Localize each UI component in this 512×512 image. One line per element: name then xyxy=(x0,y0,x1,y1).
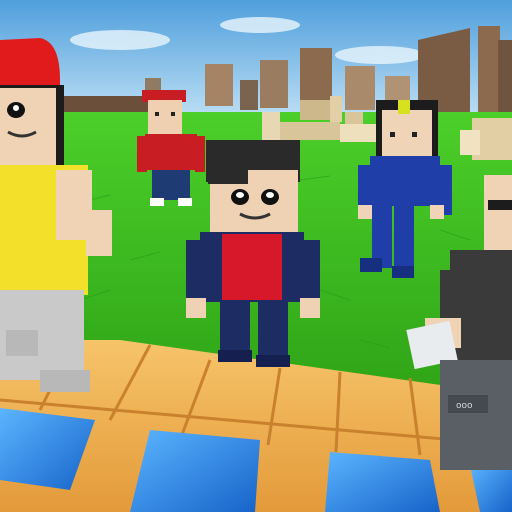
game-scene: ooo xyxy=(0,0,512,512)
character-badge-text: ooo xyxy=(456,401,473,411)
game-viewport[interactable]: ooo xyxy=(0,0,512,512)
